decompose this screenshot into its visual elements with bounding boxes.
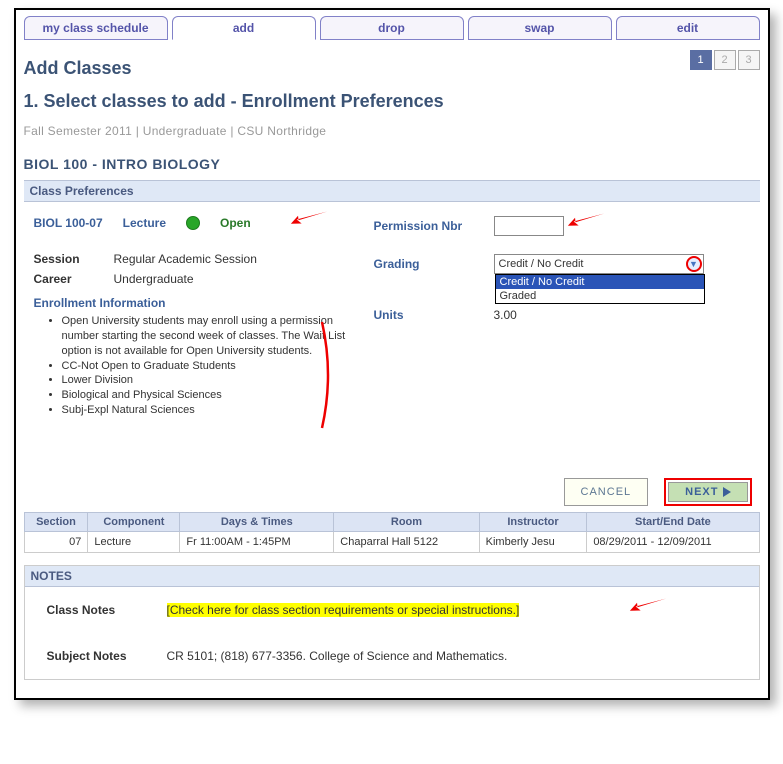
tab-swap[interactable]: swap [468,16,612,40]
grading-dropdown: Credit / No Credit Graded [495,274,705,304]
cell-days: Fr 11:00AM - 1:45PM [180,531,334,552]
session-value: Regular Academic Session [114,252,257,266]
enroll-item: Subj-Expl Natural Sciences [62,403,364,418]
class-notes-value: [Check here for class section requiremen… [167,603,520,617]
step-indicator: 1 2 3 [690,50,760,70]
page-title: Add Classes [24,58,132,79]
next-button-highlight: NEXT [664,478,751,506]
enroll-item: Open University students may enroll usin… [62,314,364,359]
status-label: Open [220,216,251,230]
term-line: Fall Semester 2011 | Undergraduate | CSU… [24,124,760,138]
step-3: 3 [738,50,760,70]
step-1: 1 [690,50,712,70]
grading-option[interactable]: Credit / No Credit [496,275,704,289]
step-heading: 1. Select classes to add - Enrollment Pr… [24,91,760,112]
career-value: Undergraduate [114,272,194,286]
grading-select[interactable]: Credit / No Credit ▼ Credit / No Credit … [494,254,704,274]
col-section: Section [24,512,88,531]
enroll-list: Open University students may enroll usin… [62,314,364,418]
table-row: 07 Lecture Fr 11:00AM - 1:45PM Chaparral… [24,531,759,552]
subject-notes-label: Subject Notes [47,649,147,663]
cell-section: 07 [24,531,88,552]
chevron-down-icon[interactable]: ▼ [686,256,702,272]
notes-section: NOTES Class Notes [Check here for class … [24,565,760,680]
tab-bar: my class schedule add drop swap edit [24,16,760,40]
cell-component: Lecture [88,531,180,552]
next-button[interactable]: NEXT [668,482,747,502]
class-link[interactable]: BIOL 100-07 [34,216,103,230]
col-days: Days & Times [180,512,334,531]
enroll-item: Biological and Physical Sciences [62,388,364,403]
permission-input[interactable] [494,216,564,236]
notes-heading: NOTES [25,566,759,587]
session-label: Session [34,252,96,266]
col-instructor: Instructor [479,512,587,531]
col-component: Component [88,512,180,531]
cell-dates: 08/29/2011 - 12/09/2011 [587,531,759,552]
tab-schedule[interactable]: my class schedule [24,16,168,40]
class-prefs-heading: Class Preferences [24,180,760,202]
cancel-button[interactable]: CANCEL [564,478,649,506]
units-value: 3.00 [494,308,517,322]
col-room: Room [334,512,479,531]
status-open-icon [186,216,200,230]
tab-edit[interactable]: edit [616,16,760,40]
grading-label: Grading [374,257,484,271]
class-notes-label: Class Notes [47,603,147,617]
annotation-bracket [320,320,340,430]
tab-add[interactable]: add [172,16,316,40]
tab-drop[interactable]: drop [320,16,464,40]
enroll-heading: Enrollment Information [34,296,364,310]
schedule-table: Section Component Days & Times Room Inst… [24,512,760,553]
subject-notes-value: CR 5101; (818) 677-3356. College of Scie… [167,649,737,663]
units-label: Units [374,308,484,322]
enroll-item: CC-Not Open to Graduate Students [62,359,364,374]
cell-instructor: Kimberly Jesu [479,531,587,552]
course-title: BIOL 100 - INTRO BIOLOGY [24,156,760,172]
col-dates: Start/End Date [587,512,759,531]
cell-room: Chaparral Hall 5122 [334,531,479,552]
step-2: 2 [714,50,736,70]
grading-selected: Credit / No Credit [499,258,584,270]
career-label: Career [34,272,96,286]
enroll-item: Lower Division [62,373,364,388]
permission-label: Permission Nbr [374,219,484,233]
grading-option[interactable]: Graded [496,289,704,303]
component-label: Lecture [123,216,166,230]
